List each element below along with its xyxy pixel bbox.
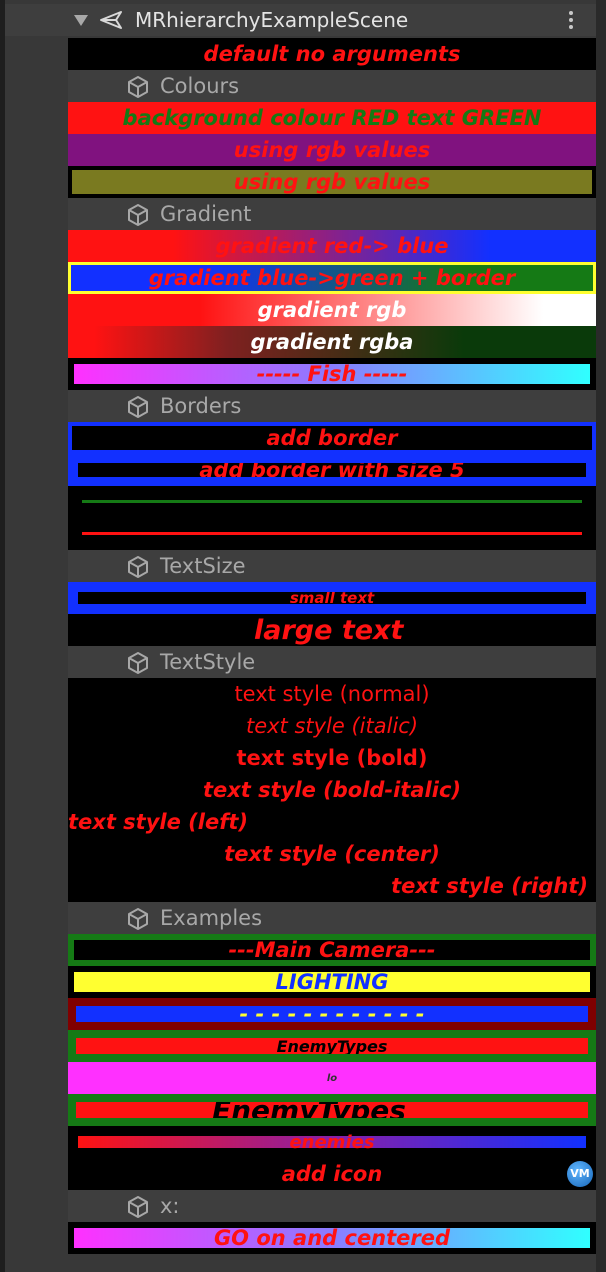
row-add-border[interactable]: add border xyxy=(68,422,596,454)
row-enemies[interactable]: enemies xyxy=(68,1126,596,1158)
row-textstyle-left[interactable]: text style (left) xyxy=(68,806,596,838)
row-label: EnemyTypes xyxy=(212,1094,406,1126)
row-textstyle-center[interactable]: text style (center) xyxy=(68,838,596,870)
gameobject-cube-icon xyxy=(128,556,148,578)
row-label: gradient rgba xyxy=(250,330,414,354)
row-lighting[interactable]: LIGHTING xyxy=(68,966,596,998)
row-label: add border xyxy=(266,426,398,450)
row-main-camera[interactable]: ---Main Camera--- xyxy=(68,934,596,966)
row-label: using rgb values xyxy=(233,138,431,162)
vm-logo-text: VM xyxy=(570,1167,590,1180)
scrollbar[interactable] xyxy=(596,0,606,1272)
separator-line-red xyxy=(82,532,582,535)
row-textstyle-bold-italic[interactable]: text style (bold-italic) xyxy=(68,774,596,806)
row-rgb-olive[interactable]: using rgb values xyxy=(68,166,596,198)
separator-line-green xyxy=(82,500,582,503)
row-textstyle-right[interactable]: text style (right) xyxy=(68,870,596,902)
row-enemytypes-large[interactable]: EnemyTypes xyxy=(68,1094,596,1126)
row-label: add border with size 5 xyxy=(199,458,465,482)
row-enemytypes-small[interactable]: EnemyTypes xyxy=(68,1030,596,1062)
row-label: default no arguments xyxy=(203,42,461,66)
row-label: text style (right) xyxy=(391,874,588,898)
group-label: Gradient xyxy=(160,202,252,226)
row-label: text style (bold-italic) xyxy=(202,778,461,802)
row-label: text style (bold) xyxy=(236,746,428,770)
scene-title: MRhierarchyExampleScene xyxy=(135,8,409,32)
unity-logo-icon xyxy=(100,11,122,29)
row-textstyle-italic[interactable]: text style (italic) xyxy=(68,710,596,742)
row-label: background colour RED text GREEN xyxy=(122,106,542,130)
row-label: text style (left) xyxy=(68,810,248,834)
row-label: - - - - - - - - - - - - xyxy=(239,1002,425,1026)
row-fish[interactable]: ----- Fish ----- xyxy=(68,358,596,390)
foldout-arrow-icon[interactable] xyxy=(74,15,88,26)
row-label: ----- Fish ----- xyxy=(256,362,408,386)
group-label: TextStyle xyxy=(160,650,256,674)
row-small-text[interactable]: small text xyxy=(68,582,596,614)
row-rgb-purple[interactable]: using rgb values xyxy=(68,134,596,166)
scene-header[interactable]: MRhierarchyExampleScene xyxy=(5,4,596,36)
row-label: gradient blue->green + border xyxy=(148,266,516,290)
row-line-red[interactable] xyxy=(68,518,596,550)
row-gradient-red-blue[interactable]: gradient red-> blue xyxy=(68,230,596,262)
row-textstyle-normal[interactable]: text style (normal) xyxy=(68,678,596,710)
left-gutter xyxy=(0,0,5,1272)
row-label: small text xyxy=(289,589,375,607)
row-label: gradient red-> blue xyxy=(215,234,449,258)
row-textstyle-bold[interactable]: text style (bold) xyxy=(68,742,596,774)
row-dashes[interactable]: - - - - - - - - - - - - xyxy=(68,998,596,1030)
row-label: large text xyxy=(254,614,404,646)
row-add-border-5[interactable]: add border with size 5 xyxy=(68,454,596,486)
row-gradient-rgb[interactable]: gradient rgb xyxy=(68,294,596,326)
row-background-red[interactable]: background colour RED text GREEN xyxy=(68,102,596,134)
group-label: Examples xyxy=(160,906,263,930)
row-large-text[interactable]: large text xyxy=(68,614,596,646)
group-gradient[interactable]: Gradient xyxy=(68,198,596,230)
gameobject-cube-icon xyxy=(128,908,148,930)
row-label: text style (italic) xyxy=(245,714,419,738)
row-go-centered[interactable]: GO on and centered xyxy=(68,1222,596,1254)
group-label: Colours xyxy=(160,74,240,98)
group-label: x: xyxy=(160,1194,180,1218)
row-add-icon[interactable]: add icon VM xyxy=(68,1158,596,1190)
row-label: add icon xyxy=(281,1162,383,1186)
group-colours[interactable]: Colours xyxy=(68,70,596,102)
group-examples[interactable]: Examples xyxy=(68,902,596,934)
gameobject-cube-icon xyxy=(128,76,148,98)
row-label: enemies xyxy=(289,1131,375,1153)
row-label: GO on and centered xyxy=(213,1226,451,1250)
more-options-icon[interactable] xyxy=(567,11,575,31)
row-line-green[interactable] xyxy=(68,486,596,518)
vm-logo-icon: VM xyxy=(567,1161,593,1187)
group-x[interactable]: x: xyxy=(68,1190,596,1222)
row-gradient-blue-green[interactable]: gradient blue->green + border xyxy=(68,262,596,294)
group-borders[interactable]: Borders xyxy=(68,390,596,422)
group-textsize[interactable]: TextSize xyxy=(68,550,596,582)
group-label: Borders xyxy=(160,394,242,418)
row-label: ---Main Camera--- xyxy=(228,938,436,962)
row-lo[interactable]: lo xyxy=(68,1062,596,1094)
row-label: lo xyxy=(326,1072,338,1084)
row-label: gradient rgb xyxy=(257,298,407,322)
row-label: LIGHTING xyxy=(275,970,389,994)
row-label: text style (normal) xyxy=(234,682,430,706)
gameobject-cube-icon xyxy=(128,1196,148,1218)
group-label: TextSize xyxy=(160,554,246,578)
row-label: text style (center) xyxy=(224,842,440,866)
gameobject-cube-icon xyxy=(128,204,148,226)
group-textstyle[interactable]: TextStyle xyxy=(68,646,596,678)
gameobject-cube-icon xyxy=(128,396,148,418)
row-gradient-rgba[interactable]: gradient rgba xyxy=(68,326,596,358)
row-label: using rgb values xyxy=(233,170,431,194)
gameobject-cube-icon xyxy=(128,652,148,674)
row-label: EnemyTypes xyxy=(276,1036,388,1056)
row-default[interactable]: default no arguments xyxy=(68,38,596,70)
